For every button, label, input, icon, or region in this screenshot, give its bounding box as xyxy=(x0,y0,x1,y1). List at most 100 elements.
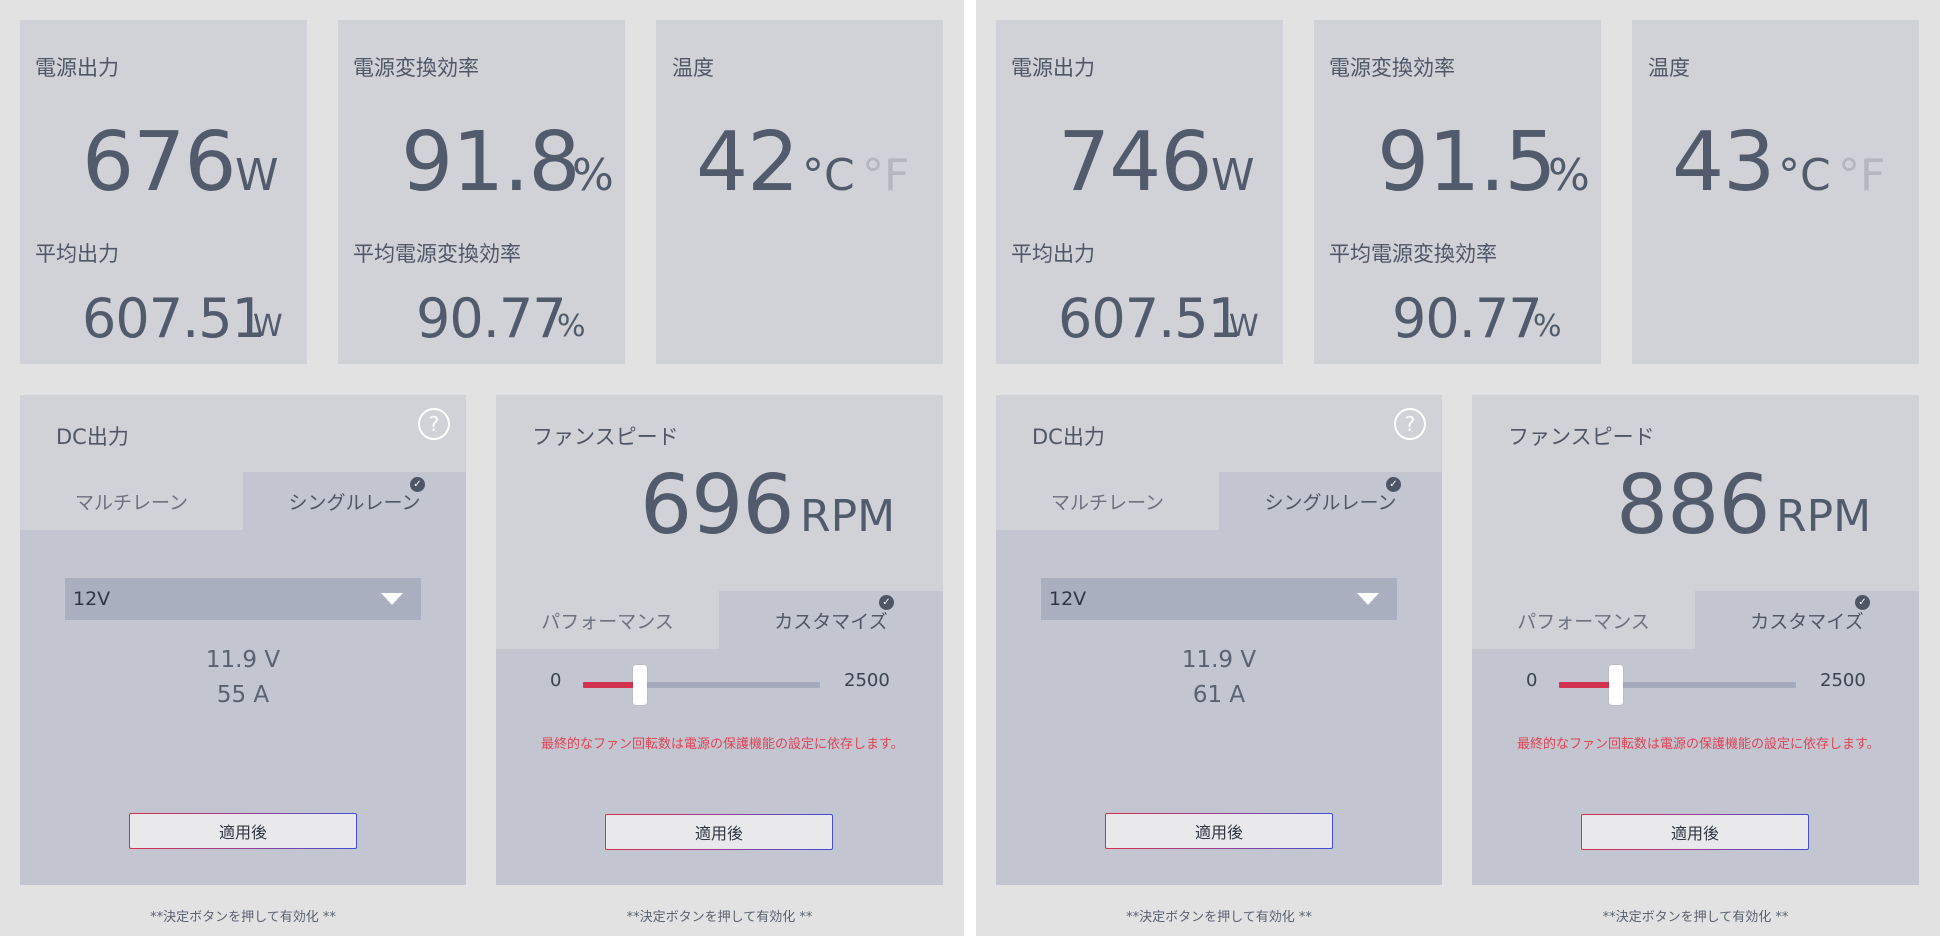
average-efficiency-unit: % xyxy=(1533,309,1562,344)
average-output-unit: W xyxy=(253,309,283,344)
efficiency-title: 電源変換効率 xyxy=(353,56,479,80)
rail-select-value: 12V xyxy=(73,588,111,610)
slider-max-label: 2500 xyxy=(844,670,890,691)
temperature-value: 43 xyxy=(1672,115,1775,210)
fan-speed-title: ファンスピード xyxy=(1508,425,1655,449)
average-output-title: 平均出力 xyxy=(1011,242,1095,266)
efficiency-value: 91.5 xyxy=(1377,115,1557,210)
activation-note: **決定ボタンを押して有効化 ** xyxy=(626,910,813,925)
help-icon[interactable]: ? xyxy=(418,408,450,440)
power-output-value: 676 xyxy=(82,115,237,210)
fan-slider-handle[interactable] xyxy=(632,665,647,705)
dc-output-card: DC出力 ? マルチレーン シングルレーン ✓ 12V 11.9 V 55 A … xyxy=(20,395,466,885)
dc-output-card: DC出力 ? マルチレーン シングルレーン ✓ 12V 11.9 V 61 A … xyxy=(996,395,1442,885)
celsius-toggle[interactable]: °C xyxy=(1778,154,1831,198)
fan-speed-unit: RPM xyxy=(1776,491,1872,542)
average-efficiency-title: 平均電源変換効率 xyxy=(1329,242,1497,266)
fan-warning: 最終的なファン回転数は電源の保護機能の設定に依存します。 xyxy=(541,737,904,752)
efficiency-card: 電源変換効率 91.8 % 平均電源変換効率 90.77 % xyxy=(338,20,625,364)
average-efficiency-unit: % xyxy=(557,309,586,344)
power-output-title: 電源出力 xyxy=(1011,56,1095,80)
monitor-panel-left: 電源出力 676 W 平均出力 607.51 W 電源変換効率 91.8 % 平… xyxy=(0,0,964,936)
tab-performance[interactable]: パフォーマンス xyxy=(496,591,719,649)
power-output-title: 電源出力 xyxy=(35,56,119,80)
temperature-card: 温度 43 °C °F xyxy=(1632,20,1919,364)
power-output-unit: W xyxy=(235,150,279,201)
activation-note: **決定ボタンを押して有効化 ** xyxy=(1126,910,1312,925)
check-icon: ✓ xyxy=(410,477,425,492)
efficiency-unit: % xyxy=(1548,150,1590,201)
activation-note: **決定ボタンを押して有効化 ** xyxy=(1602,910,1789,925)
average-efficiency-title: 平均電源変換効率 xyxy=(353,242,521,266)
tab-single-rail[interactable]: シングルレーン xyxy=(243,472,466,530)
apply-button[interactable]: 適用後 xyxy=(605,814,833,850)
help-icon[interactable]: ? xyxy=(1394,408,1426,440)
fahrenheit-toggle[interactable]: °F xyxy=(862,154,909,198)
celsius-toggle[interactable]: °C xyxy=(802,154,855,198)
tab-single-rail[interactable]: シングルレーン xyxy=(1219,472,1442,530)
efficiency-title: 電源変換効率 xyxy=(1329,56,1455,80)
efficiency-unit: % xyxy=(572,150,614,201)
fan-speed-card: ファンスピード 886 RPM パフォーマンス カスタマイズ ✓ 0 2500 … xyxy=(1472,395,1919,885)
average-output-unit: W xyxy=(1229,309,1259,344)
slider-max-label: 2500 xyxy=(1820,670,1866,691)
dc-output-title: DC出力 xyxy=(1032,425,1105,449)
fan-tab-content: 0 2500 最終的なファン回転数は電源の保護機能の設定に依存します。 適用後 xyxy=(1472,649,1919,885)
rail-select-value: 12V xyxy=(1049,588,1087,610)
activation-note: **決定ボタンを押して有効化 ** xyxy=(150,910,336,925)
efficiency-card: 電源変換効率 91.5 % 平均電源変換効率 90.77 % xyxy=(1314,20,1601,364)
tab-performance[interactable]: パフォーマンス xyxy=(1472,591,1695,649)
fan-warning: 最終的なファン回転数は電源の保護機能の設定に依存します。 xyxy=(1517,737,1880,752)
power-output-unit: W xyxy=(1211,150,1255,201)
temperature-value: 42 xyxy=(696,115,799,210)
fan-speed-unit: RPM xyxy=(800,491,896,542)
fan-speed-value: 696 xyxy=(640,458,795,553)
power-output-card: 電源出力 746 W 平均出力 607.51 W xyxy=(996,20,1283,364)
rail-select[interactable]: 12V xyxy=(65,578,421,620)
tab-customize[interactable]: カスタマイズ xyxy=(1695,591,1919,649)
apply-button[interactable]: 適用後 xyxy=(129,813,357,849)
dc-tab-content: 12V 11.9 V 61 A 適用後 xyxy=(996,530,1442,885)
efficiency-value: 91.8 xyxy=(401,115,581,210)
dc-tab-content: 12V 11.9 V 55 A 適用後 xyxy=(20,530,466,885)
check-icon: ✓ xyxy=(1386,477,1401,492)
slider-min-label: 0 xyxy=(1526,670,1538,691)
rail-select[interactable]: 12V xyxy=(1041,578,1397,620)
fan-speed-title: ファンスピード xyxy=(532,425,679,449)
current-readout: 61 A xyxy=(1192,682,1246,708)
tab-customize[interactable]: カスタマイズ xyxy=(719,591,943,649)
dc-output-title: DC出力 xyxy=(56,425,129,449)
temperature-title: 温度 xyxy=(672,56,714,80)
power-output-card: 電源出力 676 W 平均出力 607.51 W xyxy=(20,20,307,364)
average-output-value: 607.51 xyxy=(1058,287,1242,350)
average-efficiency-value: 90.77 xyxy=(1392,287,1543,350)
fan-speed-value: 886 xyxy=(1616,458,1771,553)
fan-speed-card: ファンスピード 696 RPM パフォーマンス カスタマイズ ✓ 0 2500 … xyxy=(496,395,943,885)
temperature-title: 温度 xyxy=(1648,56,1690,80)
chevron-down-icon xyxy=(1357,593,1379,605)
fan-slider-fill xyxy=(1559,682,1616,688)
power-output-value: 746 xyxy=(1058,115,1213,210)
fan-slider-handle[interactable] xyxy=(1608,665,1623,705)
check-icon: ✓ xyxy=(1855,595,1870,610)
fan-slider-fill xyxy=(583,682,640,688)
current-readout: 55 A xyxy=(216,682,270,708)
fan-tab-content: 0 2500 最終的なファン回転数は電源の保護機能の設定に依存します。 適用後 xyxy=(496,649,943,885)
temperature-card: 温度 42 °C °F xyxy=(656,20,943,364)
voltage-readout: 11.9 V xyxy=(205,647,281,673)
apply-button[interactable]: 適用後 xyxy=(1105,813,1333,849)
fahrenheit-toggle[interactable]: °F xyxy=(1838,154,1885,198)
chevron-down-icon xyxy=(381,593,403,605)
slider-min-label: 0 xyxy=(550,670,562,691)
tab-multi-rail[interactable]: マルチレーン xyxy=(996,472,1219,530)
monitor-panel-right: 電源出力 746 W 平均出力 607.51 W 電源変換効率 91.5 % 平… xyxy=(976,0,1940,936)
average-efficiency-value: 90.77 xyxy=(416,287,567,350)
average-output-title: 平均出力 xyxy=(35,242,119,266)
check-icon: ✓ xyxy=(879,595,894,610)
voltage-readout: 11.9 V xyxy=(1181,647,1257,673)
tab-multi-rail[interactable]: マルチレーン xyxy=(20,472,243,530)
fan-slider-track[interactable] xyxy=(1559,665,1796,705)
average-output-value: 607.51 xyxy=(82,287,266,350)
apply-button[interactable]: 適用後 xyxy=(1581,814,1809,850)
fan-slider-track[interactable] xyxy=(583,665,820,705)
